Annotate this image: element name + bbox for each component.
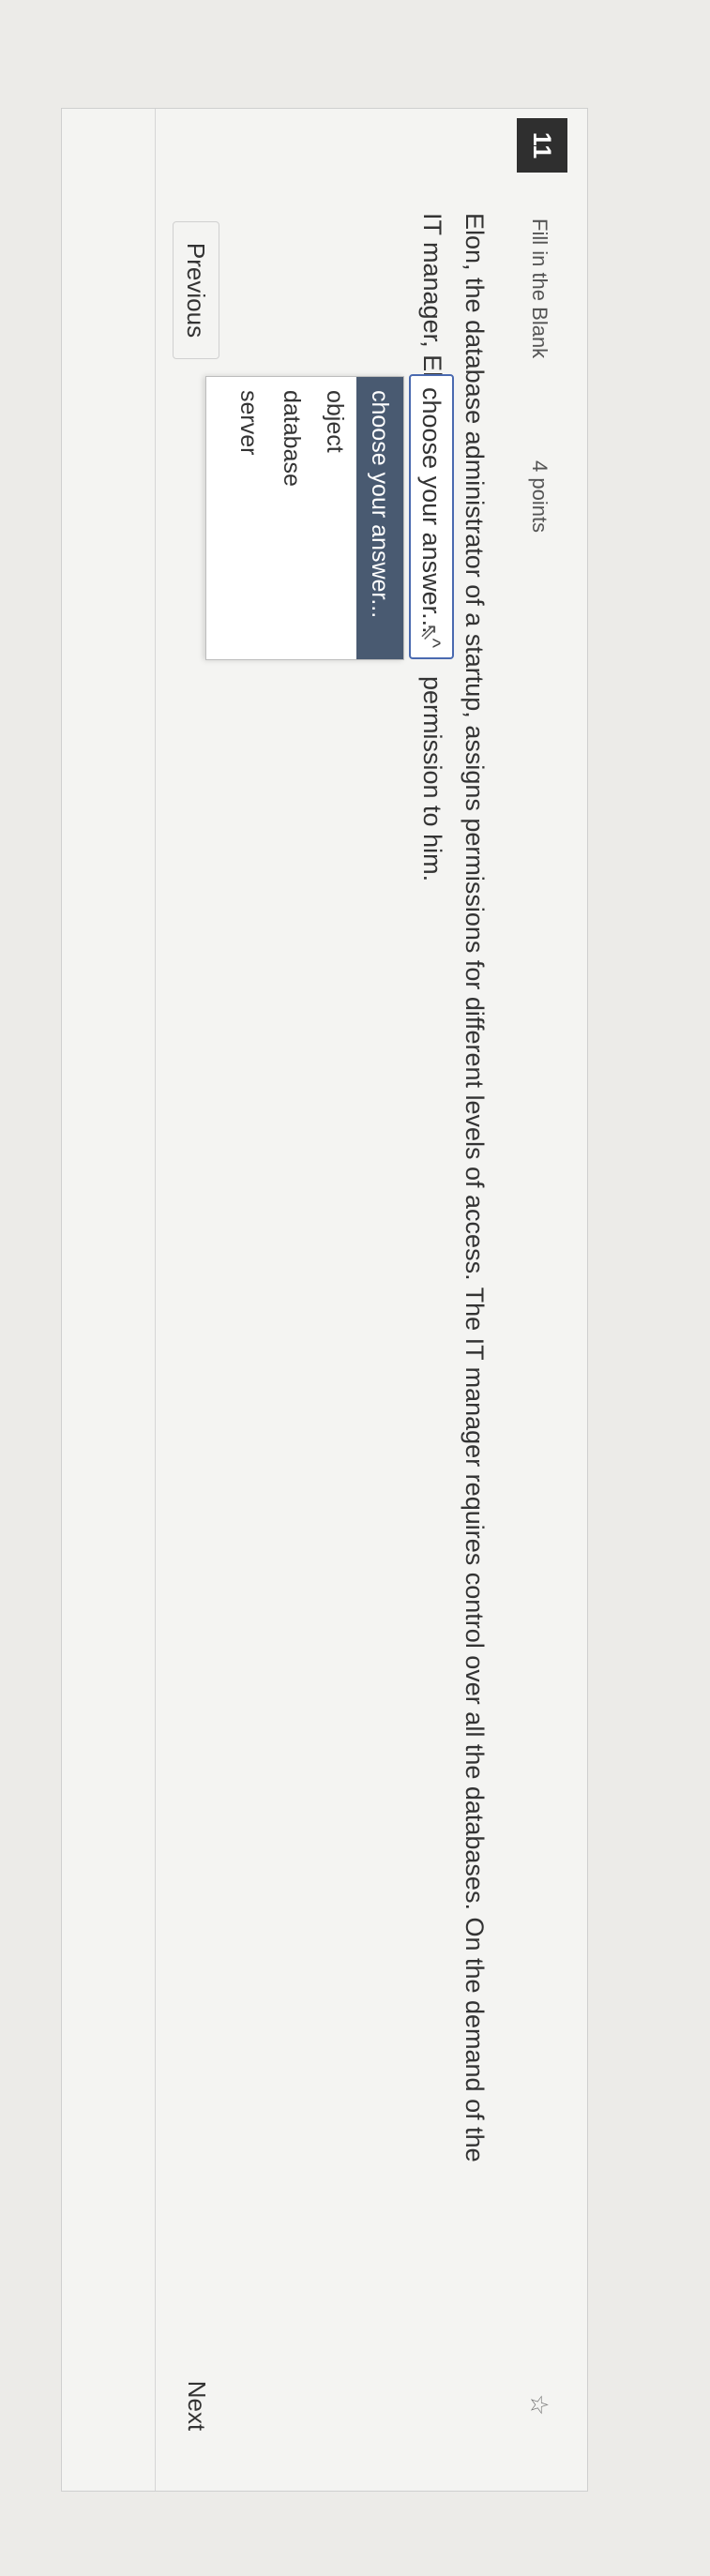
option-object[interactable]: object xyxy=(313,377,356,659)
mouse-cursor-icon: ⇖ xyxy=(416,623,442,642)
question-text-line2-after: permission to him. xyxy=(418,676,446,882)
question-card: 11 Fill in the Blank 4 points ☆ Elon, th… xyxy=(61,108,588,2492)
option-server[interactable]: server xyxy=(227,377,270,659)
next-button[interactable]: Next xyxy=(174,2357,219,2455)
divider xyxy=(155,109,156,2491)
stage: 11 Fill in the Blank 4 points ☆ Elon, th… xyxy=(0,0,710,2576)
option-choose[interactable]: choose your answer... xyxy=(356,377,403,659)
question-type: Fill in the Blank xyxy=(528,218,551,359)
answer-select[interactable]: choose your answer... ^ xyxy=(409,374,454,659)
answer-dropdown: choose your answer... object database se… xyxy=(205,376,404,660)
option-database[interactable]: database xyxy=(270,377,313,659)
answer-select-value: choose your answer... xyxy=(417,387,446,634)
previous-button[interactable]: Previous xyxy=(173,221,219,359)
question-points: 4 points xyxy=(528,460,551,534)
question-number: 11 xyxy=(517,118,567,173)
pin-icon[interactable]: ☆ xyxy=(524,2394,553,2416)
question-text-line1: Elon, the database administrator of a st… xyxy=(461,213,489,2162)
